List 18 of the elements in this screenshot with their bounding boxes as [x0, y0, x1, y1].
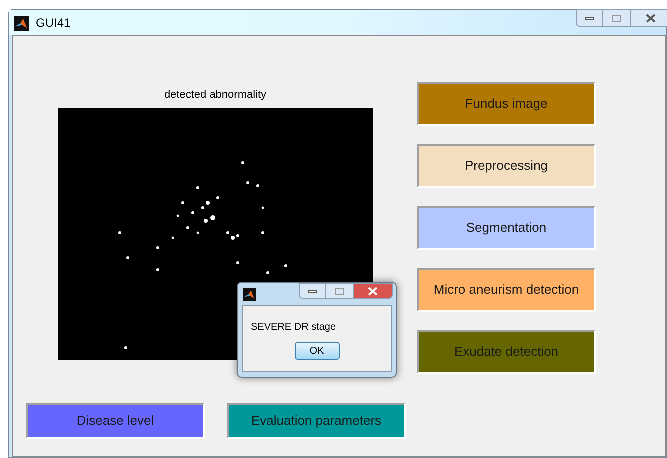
close-button[interactable] — [353, 283, 393, 299]
dialog-message: SEVERE DR stage — [251, 321, 338, 335]
window-title: GUI41 — [36, 15, 71, 32]
close-icon — [368, 286, 378, 296]
matlab-logo-icon — [243, 288, 256, 301]
close-button[interactable] — [630, 9, 667, 27]
minimize-button[interactable] — [576, 9, 603, 27]
minimize-button[interactable] — [299, 283, 326, 299]
matlab-logo-icon — [14, 16, 29, 30]
ok-button[interactable]: OK — [294, 342, 340, 360]
action-button[interactable]: Disease level — [26, 403, 205, 439]
action-button[interactable]: Segmentation — [417, 206, 596, 250]
action-button[interactable]: Evaluation parameters — [227, 403, 406, 439]
action-button[interactable]: Fundus image — [417, 82, 596, 126]
action-button[interactable]: Micro aneurism detection — [417, 268, 596, 312]
axes-title: detected abnormality — [164, 88, 267, 102]
action-button[interactable]: Preprocessing — [417, 144, 596, 188]
close-icon — [646, 14, 656, 22]
